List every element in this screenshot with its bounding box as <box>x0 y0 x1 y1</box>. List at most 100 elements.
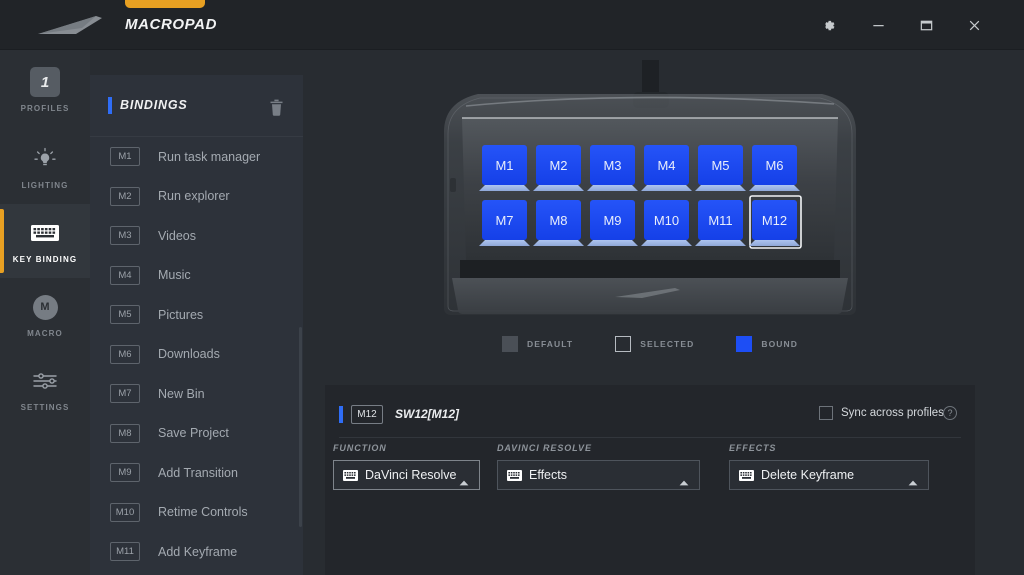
bindings-panel: BINDINGS M1 Run task manager M2 Run expl… <box>90 75 303 575</box>
question-mark-icon[interactable]: ? <box>943 406 957 420</box>
macro-badge-letter: M <box>32 294 58 320</box>
binding-key-chip: M3 <box>110 226 140 246</box>
list-item[interactable]: M10 Retime Controls <box>90 493 303 533</box>
binding-name: Save Project <box>158 426 229 441</box>
binding-key-chip: M8 <box>110 423 140 443</box>
binding-key-chip: M1 <box>110 147 140 167</box>
list-item[interactable]: M7 New Bin <box>90 374 303 414</box>
sliders-icon <box>32 366 58 396</box>
list-item[interactable]: M3 Videos <box>90 216 303 256</box>
selected-swatch-icon <box>615 336 632 352</box>
svg-text:M10: M10 <box>654 213 679 228</box>
list-item[interactable]: M1 Run task manager <box>90 137 303 177</box>
list-item[interactable]: M5 Pictures <box>90 295 303 335</box>
chevron-up-icon <box>459 473 469 491</box>
wing-logo-icon <box>38 16 102 34</box>
profile-number: 1 <box>30 67 60 97</box>
svg-text:M11: M11 <box>708 213 732 228</box>
sidebar-item-label: KEY BINDING <box>12 255 78 264</box>
function-dropdown[interactable]: DaVinci Resolve <box>333 460 480 490</box>
binding-name: Downloads <box>158 347 220 362</box>
svg-text:M4: M4 <box>657 158 675 173</box>
sidebar-item-label: LIGHTING <box>21 181 69 190</box>
svg-text:M3: M3 <box>603 158 621 173</box>
config-key-chip: M12 <box>351 405 383 424</box>
svg-text:M2: M2 <box>549 158 567 173</box>
field-label: DAVINCI RESOLVE <box>497 443 592 453</box>
binding-key-chip: M10 <box>110 502 140 522</box>
binding-name: Add Keyframe <box>158 544 238 559</box>
binding-name: Music <box>158 268 191 283</box>
sidebar-item-key-binding[interactable]: KEY BINDING <box>0 204 90 278</box>
davinci-resolve-value: Effects <box>529 468 567 482</box>
top-accent-tab[interactable] <box>125 0 205 8</box>
sidebar-item-settings[interactable]: SETTINGS <box>0 352 90 426</box>
keyboard-icon <box>30 218 60 248</box>
lightbulb-icon <box>31 144 59 174</box>
maximize-icon[interactable] <box>913 12 939 38</box>
list-item[interactable]: M4 Music <box>90 256 303 296</box>
binding-key-chip: M2 <box>110 186 140 206</box>
sync-across-profiles-label: Sync across profiles <box>841 407 944 419</box>
sync-across-profiles-checkbox[interactable] <box>819 406 833 420</box>
legend-label: DEFAULT <box>526 339 574 349</box>
field-function: FUNCTION DaVinci Resolve <box>333 443 493 490</box>
sidebar-item-macro[interactable]: M MACRO <box>0 278 90 352</box>
macro-m-icon: M <box>32 292 58 322</box>
field-label: EFFECTS <box>729 443 777 453</box>
config-title: SW12[M12] <box>395 407 460 421</box>
davinci-resolve-dropdown[interactable]: Effects <box>497 460 700 490</box>
sidebar-item-label: MACRO <box>27 329 63 338</box>
binding-key-chip: M7 <box>110 384 140 404</box>
key-state-legend: DEFAULT SELECTED BOUND <box>325 332 975 356</box>
config-accent-bar <box>339 406 343 423</box>
keyboard-icon <box>343 469 358 481</box>
field-davinci-resolve: DAVINCI RESOLVE Effects <box>497 443 715 490</box>
gear-icon[interactable] <box>815 12 841 38</box>
config-fields: FUNCTION DaVinci Resolve DAVINCI RESOLVE… <box>333 443 939 490</box>
svg-text:M5: M5 <box>711 158 729 173</box>
profile-number-badge-icon: 1 <box>30 67 60 97</box>
trash-icon[interactable] <box>269 99 284 121</box>
legend-label: BOUND <box>761 339 799 349</box>
legend-item-selected: SELECTED <box>615 336 694 352</box>
key-config-panel: M12 SW12[M12] Sync across profiles ? FUN… <box>325 385 975 575</box>
sidebar-item-profiles[interactable]: 1 PROFILES <box>0 50 90 130</box>
svg-text:M1: M1 <box>495 158 513 173</box>
binding-name: Run explorer <box>158 189 230 204</box>
list-item[interactable]: M8 Save Project <box>90 414 303 454</box>
close-icon[interactable] <box>961 12 987 38</box>
legend-label: SELECTED <box>640 339 695 349</box>
bindings-title: BINDINGS <box>120 98 188 112</box>
list-item[interactable]: M6 Downloads <box>90 335 303 375</box>
sidebar-item-label: PROFILES <box>20 104 70 113</box>
legend-item-bound: BOUND <box>736 336 798 352</box>
legend-item-default: DEFAULT <box>501 336 574 352</box>
title-bar: MACROPAD <box>0 0 1024 50</box>
binding-name: New Bin <box>158 386 205 401</box>
list-item[interactable]: M2 Run explorer <box>90 177 303 217</box>
list-item[interactable]: M11 Add Keyframe <box>90 532 303 572</box>
effects-dropdown[interactable]: Delete Keyframe <box>729 460 929 490</box>
binding-key-chip: M9 <box>110 463 140 483</box>
sidebar-nav: 1 PROFILES LIGHTING KEY BINDING M MACRO … <box>0 50 90 575</box>
binding-key-chip: M5 <box>110 305 140 325</box>
macropad-device: M1 M2 M3 M4 M5 M6 M7 M8 M9 M10 M11 M12 <box>430 60 870 320</box>
bindings-scrollbar[interactable] <box>299 327 302 527</box>
binding-name: Add Transition <box>158 465 238 480</box>
svg-text:M7: M7 <box>495 213 513 228</box>
function-value: DaVinci Resolve <box>365 468 457 482</box>
binding-name: Retime Controls <box>158 505 248 520</box>
list-item[interactable]: M9 Add Transition <box>90 453 303 493</box>
bound-swatch-icon <box>736 336 753 352</box>
svg-text:M9: M9 <box>603 213 621 228</box>
app-title: MACROPAD <box>125 16 218 33</box>
sidebar-item-lighting[interactable]: LIGHTING <box>0 130 90 204</box>
config-header: M12 SW12[M12] Sync across profiles ? <box>325 385 975 443</box>
minimize-icon[interactable] <box>865 12 891 38</box>
effects-value: Delete Keyframe <box>761 468 855 482</box>
chevron-up-icon <box>679 473 689 491</box>
app-window: MACROPAD 1 PROFILES LIGHTING KEY BINDING… <box>0 0 1024 575</box>
bindings-list: M1 Run task manager M2 Run explorer M3 V… <box>90 137 303 575</box>
default-swatch-icon <box>501 336 518 352</box>
